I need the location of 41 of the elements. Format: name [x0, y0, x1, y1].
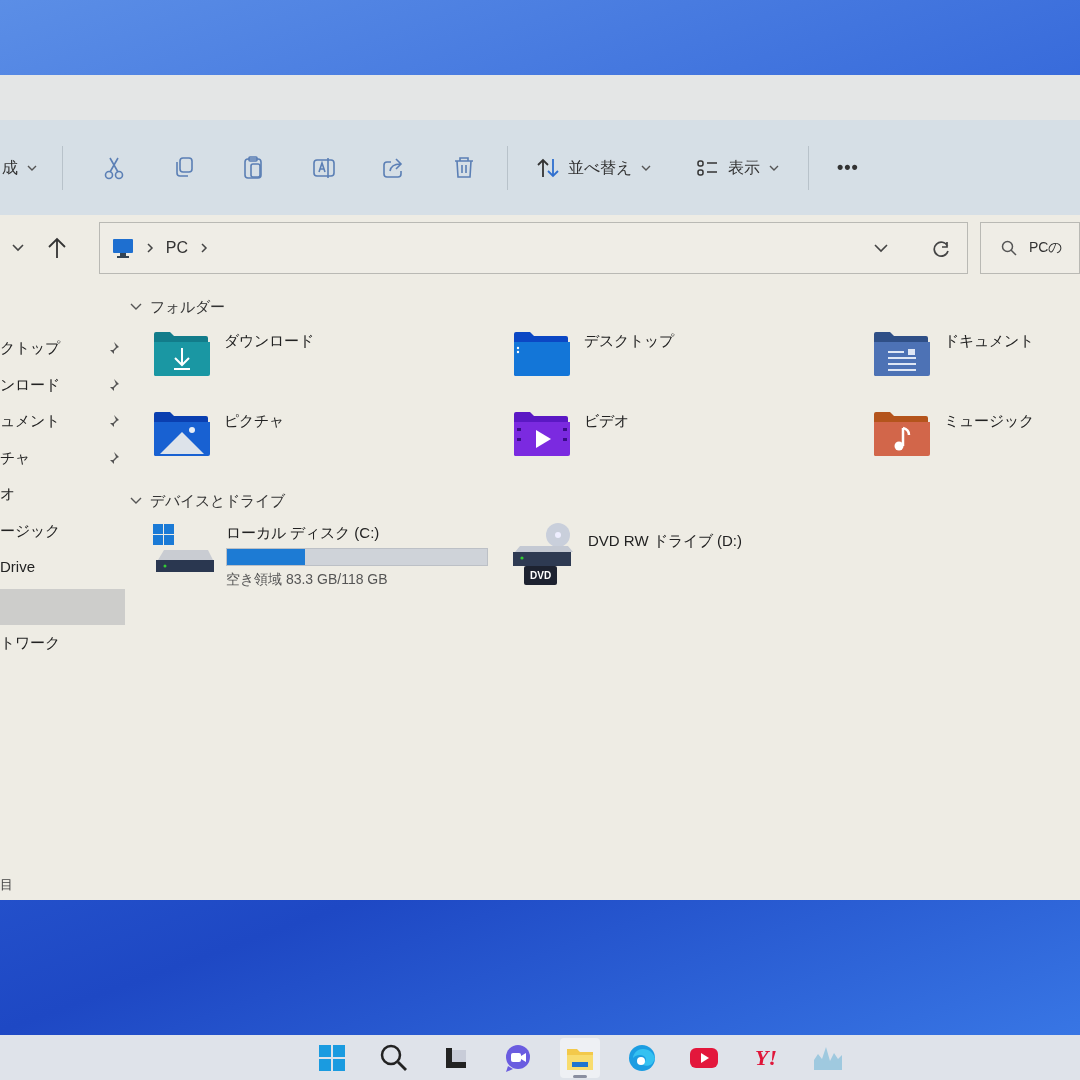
- sidebar-item[interactable]: ンロード: [0, 366, 130, 403]
- chevron-icon: [200, 241, 208, 254]
- sort-icon: [536, 156, 560, 179]
- folder-tile[interactable]: ダウンロード: [152, 322, 512, 402]
- chevron-icon: [145, 241, 154, 254]
- active-indicator: [573, 1074, 587, 1078]
- sidebar-item[interactable]: クトップ: [0, 330, 130, 367]
- up-arrow-icon: [47, 236, 68, 259]
- breadcrumb[interactable]: PC: [165, 235, 188, 260]
- sort-button[interactable]: 並べ替え: [524, 147, 664, 188]
- folder-tile[interactable]: ミュージック: [872, 402, 1080, 482]
- address-bar[interactable]: PC: [98, 221, 968, 274]
- folder-tile[interactable]: ビデオ: [512, 402, 872, 482]
- caret-icon: [10, 242, 25, 253]
- computer-icon: [111, 237, 134, 258]
- sidebar-item[interactable]: トワーク: [0, 625, 130, 662]
- sidebar-item[interactable]: ージック: [0, 512, 130, 549]
- search-field[interactable]: PCの: [1029, 237, 1079, 258]
- sidebar-item[interactable]: オ: [0, 476, 130, 513]
- folder-tile[interactable]: ドキュメント: [872, 322, 1080, 402]
- new-button[interactable]: 成: [0, 147, 46, 188]
- sidebar-item[interactable]: チャ: [0, 439, 130, 476]
- drive-tile[interactable]: DVD DVD RW ドライブ (D:): [512, 516, 872, 596]
- search-icon: [1001, 239, 1017, 256]
- drive-tile[interactable]: ローカル ディスク (C:) 空き領域 83.3 GB/118 GB: [152, 516, 512, 596]
- sidebar-item[interactable]: ュメント: [0, 403, 130, 440]
- status-text: 目: [0, 876, 13, 895]
- free-space-text: 空き領域 83.3 GB/118 GB: [226, 569, 389, 589]
- sidebar-item[interactable]: Drive: [0, 549, 130, 586]
- more-button[interactable]: •••: [825, 147, 871, 188]
- folder-tile[interactable]: デスクトップ: [512, 322, 872, 402]
- drive-name: DVD RW ドライブ (D:): [588, 531, 742, 551]
- dvd-label: DVD: [524, 566, 558, 585]
- dropdown-caret-icon[interactable]: [873, 242, 889, 253]
- section-header[interactable]: デバイスとドライブ: [130, 486, 285, 516]
- drive-name: ローカル ディスク (C:): [226, 523, 381, 543]
- section-header[interactable]: フォルダー: [130, 292, 225, 322]
- view-button[interactable]: 表示: [684, 147, 792, 188]
- taskbar-button[interactable]: Y!: [746, 1037, 786, 1078]
- list-view-icon: [696, 157, 720, 178]
- folder-tile[interactable]: ピクチャ: [152, 402, 512, 482]
